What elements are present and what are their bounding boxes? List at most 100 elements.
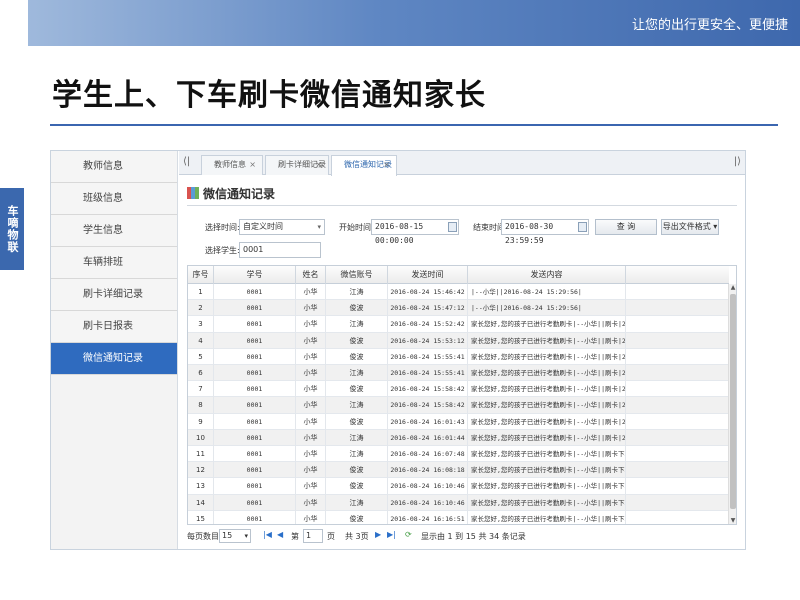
cell-col-content: 家长您好,您的孩子已进行考勤刷卡|--小华||刷卡下车|201 (468, 494, 626, 511)
top-banner: 让您的出行更安全、更便捷 (28, 0, 800, 46)
tab-card-records[interactable]: 刷卡详细记录 × (265, 155, 329, 175)
next-page-icon[interactable]: ▶ (375, 530, 381, 539)
sidebar-item-classes[interactable]: 班级信息 (51, 183, 177, 215)
table-row[interactable]: 13 0001 小华 俊波 2016-08-24 16:10:46 家长您好,您的孩子已进… (188, 478, 729, 495)
first-page-icon[interactable]: |◀ (263, 530, 272, 539)
page-size-select[interactable]: 15 ▾ (219, 529, 251, 543)
cell-col-wechat: 江涛 (326, 316, 388, 333)
cell-col-content: 家长您好,您的孩子已进行考勤刷卡|--小华||刷卡|2016-08 (468, 413, 626, 430)
table-row[interactable]: 7 0001 小华 俊波 2016-08-24 15:58:42 家长您好,您的孩子已进行… (188, 381, 729, 398)
vertical-scrollbar[interactable]: ▲ ▼ (728, 284, 736, 524)
cell-col-index: 5 (188, 348, 214, 365)
prev-page-icon[interactable]: ◀ (277, 530, 283, 539)
cell-col-send-time: 2016-08-24 15:58:42 (388, 397, 468, 414)
sidebar: 教师信息 班级信息 学生信息 车辆排班 刷卡详细记录 刷卡日报表 微信通知记录 (51, 151, 178, 549)
title-divider (50, 124, 778, 126)
app-window: 教师信息 班级信息 学生信息 车辆排班 刷卡详细记录 刷卡日报表 微信通知记录 … (50, 150, 746, 550)
records-table: 序号 学号 姓名 微信账号 发送时间 发送内容 1 0001 小华 江涛 2016-08-24 1… (187, 265, 737, 525)
tab-scroll-left-icon[interactable]: ⟨| (183, 156, 190, 167)
cell-col-student-id: 0001 (214, 429, 296, 446)
table-row[interactable]: 9 0001 小华 俊波 2016-08-24 16:01:43 家长您好,您的孩子已进行… (188, 413, 729, 430)
cell-col-student-id: 0001 (214, 462, 296, 479)
end-time-value: 2016-08-30 23:59:59 (505, 222, 554, 245)
cell-col-content: 家长您好,您的孩子已进行考勤刷卡|--小华||刷卡下车|201 (468, 462, 626, 479)
cell-col-content: 家长您好,您的孩子已进行考勤刷卡|--小华||刷卡|2016-08 (468, 381, 626, 398)
cell-col-name: 小华 (296, 446, 326, 462)
header-col-index[interactable]: 序号 (188, 266, 214, 284)
export-format-button[interactable]: 导出文件格式 ▾ (661, 219, 719, 235)
cell-col-name: 小华 (296, 413, 326, 430)
sidebar-item-daily-report[interactable]: 刷卡日报表 (51, 311, 177, 343)
cell-col-name: 小华 (296, 332, 326, 349)
cell-col-content: |--小华||2016-08-24 15:29:56| (468, 284, 626, 300)
end-time-input[interactable]: 2016-08-30 23:59:59 (501, 219, 589, 245)
cell-col-wechat: 江涛 (326, 284, 388, 300)
last-page-icon[interactable]: ▶| (387, 530, 396, 539)
cell-col-send-time: 2016-08-24 16:01:44 (388, 429, 468, 446)
page-size-value: 15 (222, 531, 233, 540)
scroll-down-icon[interactable]: ▼ (729, 517, 736, 524)
header-col-wechat[interactable]: 微信账号 (326, 266, 388, 284)
close-icon[interactable]: × (383, 156, 390, 174)
time-label: 选择时间: (205, 223, 240, 232)
scroll-up-icon[interactable]: ▲ (729, 284, 736, 291)
header-col-student-id[interactable]: 学号 (214, 266, 296, 284)
tab-scroll-right-icon[interactable]: |⟩ (734, 156, 741, 167)
table-row[interactable]: 12 0001 小华 俊波 2016-08-24 16:08:18 家长您好,您的孩子已进… (188, 462, 729, 479)
tab-teachers[interactable]: 教师信息 × (201, 155, 263, 175)
sidebar-item-vehicle-schedule[interactable]: 车辆排班 (51, 247, 177, 279)
page-size-label: 每页数目 (187, 532, 219, 541)
cell-col-wechat: 俊波 (326, 478, 388, 495)
cell-col-content: 家长您好,您的孩子已进行考勤刷卡|--小华||刷卡|2016-08 (468, 348, 626, 365)
table-row[interactable]: 5 0001 小华 俊波 2016-08-24 15:55:41 家长您好,您的孩子已进行… (188, 348, 729, 365)
cell-col-content: 家长您好,您的孩子已进行考勤刷卡|--小华||刷卡|2016-08 (468, 397, 626, 414)
cell-col-content: 家长您好,您的孩子已进行考勤刷卡|--小华||刷卡|2016-08 (468, 429, 626, 446)
header-col-content[interactable]: 发送内容 (468, 266, 626, 284)
cell-col-wechat: 俊波 (326, 300, 388, 317)
close-icon[interactable]: × (249, 156, 256, 174)
tab-bar: ⟨| 教师信息 × 刷卡详细记录 × 微信通知记录 × |⟩ (179, 151, 745, 176)
page-number-input[interactable]: 1 (303, 529, 323, 543)
cell-col-index: 8 (188, 397, 214, 414)
table-row[interactable]: 6 0001 小华 江涛 2016-08-24 15:55:41 家长您好,您的孩子已进行… (188, 365, 729, 382)
refresh-icon[interactable]: ⟳ (405, 530, 412, 539)
student-input[interactable]: 0001 (239, 242, 321, 258)
sidebar-item-teachers[interactable]: 教师信息 (51, 151, 177, 183)
calendar-icon[interactable] (448, 222, 457, 232)
start-time-input[interactable]: 2016-08-15 00:00:00 (371, 219, 459, 245)
table-row[interactable]: 3 0001 小华 江涛 2016-08-24 15:52:42 家长您好,您的孩子已进行… (188, 316, 729, 333)
table-row[interactable]: 10 0001 小华 江涛 2016-08-24 16:01:44 家长您好,您的孩子已进… (188, 429, 729, 446)
table-row[interactable]: 11 0001 小华 江涛 2016-08-24 16:07:48 家长您好,您的孩子已进… (188, 446, 729, 463)
cell-col-send-time: 2016-08-24 16:10:46 (388, 494, 468, 511)
scrollbar-thumb[interactable] (730, 294, 736, 509)
search-button[interactable]: 查 询 (595, 219, 657, 235)
table-row[interactable]: 8 0001 小华 江涛 2016-08-24 15:58:42 家长您好,您的孩子已进行… (188, 397, 729, 414)
cell-col-student-id: 0001 (214, 284, 296, 300)
time-select[interactable]: 自定义时间 ▾ (239, 219, 325, 235)
cell-col-send-time: 2016-08-24 15:46:42 (388, 284, 468, 300)
table-row[interactable]: 4 0001 小华 俊波 2016-08-24 15:53:12 家长您好,您的孩子已进行… (188, 332, 729, 349)
pagination-bar: 每页数目 15 ▾ |◀ ◀ 第 1 页 共 3页 ▶ ▶| ⟳ 显示由 1 到… (187, 527, 737, 547)
header-col-send-time[interactable]: 发送时间 (388, 266, 468, 284)
sidebar-item-students[interactable]: 学生信息 (51, 215, 177, 247)
header-col-name[interactable]: 姓名 (296, 266, 326, 284)
calendar-icon[interactable] (578, 222, 587, 232)
tab-wechat-records[interactable]: 微信通知记录 × (331, 155, 397, 176)
sidebar-item-wechat-records[interactable]: 微信通知记录 (51, 343, 177, 375)
table-row[interactable]: 1 0001 小华 江涛 2016-08-24 15:46:42 |--小华||2016-… (188, 284, 729, 301)
close-icon[interactable]: × (315, 156, 322, 174)
cell-col-name: 小华 (296, 478, 326, 495)
cell-col-name: 小华 (296, 300, 326, 317)
table-row[interactable]: 14 0001 小华 江涛 2016-08-24 16:10:46 家长您好,您的孩子已进… (188, 494, 729, 511)
cell-col-student-id: 0001 (214, 300, 296, 317)
cell-col-index: 9 (188, 413, 214, 430)
cell-col-student-id: 0001 (214, 510, 296, 524)
page-prefix: 第 (291, 532, 299, 541)
cell-col-index: 1 (188, 284, 214, 300)
table-row[interactable]: 15 0001 小华 俊波 2016-08-24 16:16:51 家长您好,您的孩子已进… (188, 510, 729, 524)
sidebar-item-card-records[interactable]: 刷卡详细记录 (51, 279, 177, 311)
cell-col-name: 小华 (296, 494, 326, 511)
cell-col-name: 小华 (296, 429, 326, 446)
table-row[interactable]: 2 0001 小华 俊波 2016-08-24 15:47:12 |--小华||2016-… (188, 300, 729, 317)
cell-col-student-id: 0001 (214, 478, 296, 495)
